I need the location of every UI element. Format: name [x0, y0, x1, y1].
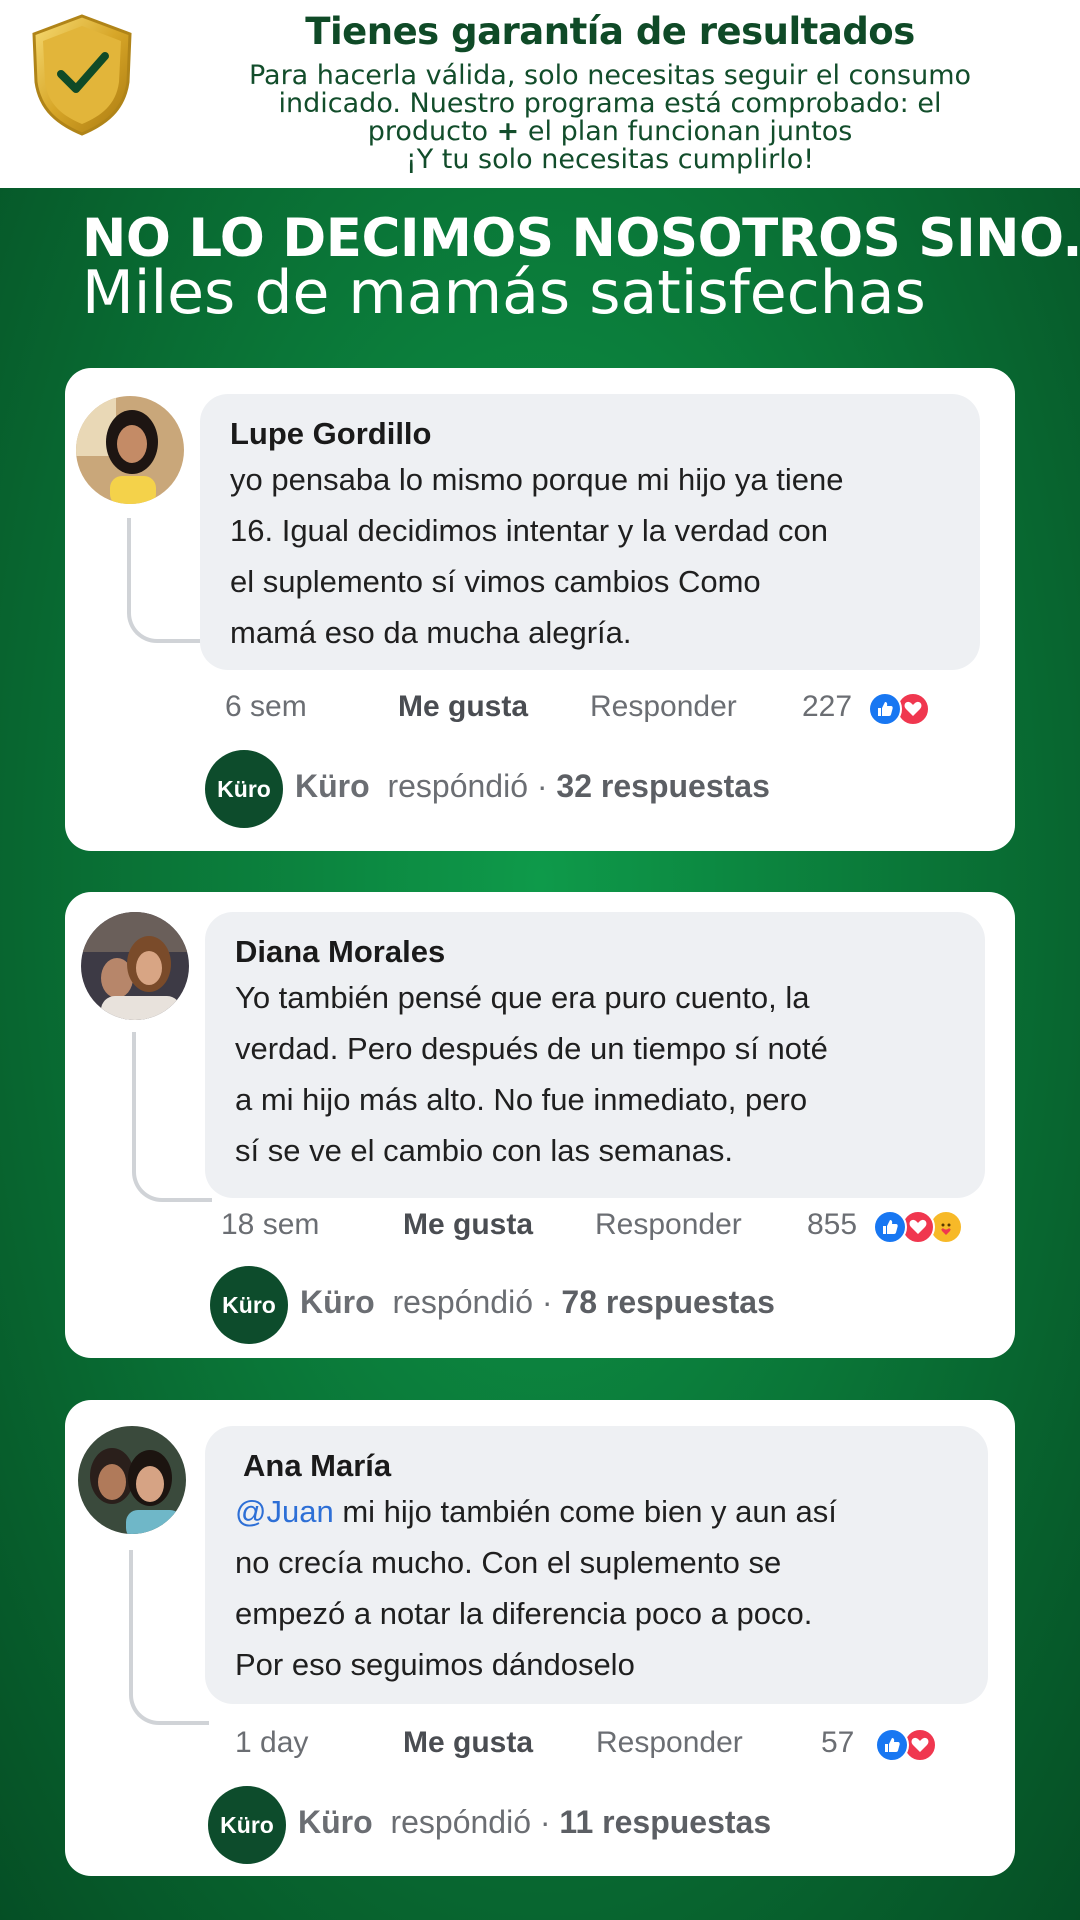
reaction-count[interactable]: 855 [807, 1208, 857, 1242]
like-button[interactable]: Me gusta [403, 1208, 533, 1242]
comment-line: 16. Igual decidimos intentar y la verdad… [230, 513, 828, 548]
testimonial-card-1: Lupe Gordillo yo pensaba lo mismo porque… [65, 368, 1015, 851]
kuro-logo: Küro [208, 1786, 286, 1864]
mention-link[interactable]: @Juan [235, 1494, 334, 1529]
reaction-icons[interactable] [873, 1210, 969, 1246]
comment-text: mi hijo también come bien y aun así [333, 1494, 837, 1529]
like-button[interactable]: Me gusta [398, 690, 528, 724]
thread-line [132, 1032, 212, 1202]
comment-author[interactable]: Diana Morales [235, 932, 955, 972]
comment-line: sí se ve el cambio con las semanas. [235, 1133, 733, 1168]
reaction-count[interactable]: 57 [821, 1726, 854, 1760]
comment-author[interactable]: Ana María [235, 1446, 958, 1486]
like-reaction-icon [873, 1210, 907, 1244]
comment-line: el suplemento sí vimos cambios Como [230, 564, 761, 599]
reaction-count[interactable]: 227 [802, 690, 852, 724]
comment-line: empezó a notar la diferencia poco a poco… [235, 1596, 813, 1631]
avatar-diana[interactable] [81, 912, 189, 1020]
avatar-lupe[interactable] [76, 396, 184, 504]
reaction-icons[interactable] [868, 692, 934, 728]
comment-line: a mi hijo más alto. No fue inmediato, pe… [235, 1082, 808, 1117]
headline-secondary: Miles de mamás satisfechas [82, 258, 926, 328]
comment-line: yo pensaba lo mismo porque mi hijo ya ti… [230, 462, 844, 497]
reply-brand: Küro [298, 1804, 373, 1840]
header-line-4: ¡Y tu solo necesitas cumplirlo! [405, 144, 815, 175]
testimonial-card-3: Ana María @Juan mi hijo también come bie… [65, 1400, 1015, 1876]
kuro-logo: Küro [210, 1266, 288, 1344]
comment-line: @Juan mi hijo también come bien y aun as… [235, 1486, 958, 1537]
comment-actions: 1 day Me gusta Responder 57 [235, 1726, 995, 1768]
like-reaction-icon [868, 692, 902, 726]
comment-line: Yo también pensé que era puro cuento, la [235, 980, 810, 1015]
comment-time[interactable]: 6 sem [225, 690, 307, 724]
reply-separator: · [539, 1804, 551, 1840]
comment-bubble: Ana María @Juan mi hijo también come bie… [205, 1426, 988, 1704]
reply-verb: respóndió [387, 768, 528, 804]
avatar-ana[interactable] [78, 1426, 186, 1534]
reply-verb: respóndió [392, 1284, 533, 1320]
reply-button[interactable]: Responder [595, 1208, 742, 1242]
shield-check-icon [32, 14, 132, 136]
like-button[interactable]: Me gusta [403, 1726, 533, 1760]
reply-separator: · [541, 1284, 553, 1320]
comment-time[interactable]: 1 day [235, 1726, 308, 1760]
reply-summary[interactable]: Küro respóndió · 78 respuestas [300, 1284, 775, 1321]
reply-button[interactable]: Responder [590, 690, 737, 724]
testimonial-card-2: Diana Morales Yo también pensé que era p… [65, 892, 1015, 1358]
like-reaction-icon [875, 1728, 909, 1762]
comment-bubble: Diana Morales Yo también pensé que era p… [205, 912, 985, 1198]
thread-line [127, 518, 207, 643]
reply-count: 11 respuestas [559, 1804, 772, 1840]
header-line-1: Para hacerla válida, solo necesitas segu… [248, 60, 972, 91]
comment-time[interactable]: 18 sem [221, 1208, 319, 1242]
brand-reply-row[interactable]: Küro Küro respóndió · 78 respuestas [210, 1266, 910, 1344]
reply-separator: · [536, 768, 548, 804]
header-line-2: indicado. Nuestro programa está comproba… [278, 88, 942, 119]
guarantee-header: Tienes garantía de resultados Para hacer… [0, 0, 1080, 188]
reaction-icons[interactable] [875, 1728, 941, 1764]
header-body: Para hacerla válida, solo necesitas segu… [150, 62, 1070, 174]
header-line-3b: el plan funcionan juntos [527, 116, 853, 147]
header-line-3a: producto [367, 116, 489, 147]
comment-line: no crecía mucho. Con el suplemento se [235, 1545, 782, 1580]
reply-brand: Küro [300, 1284, 375, 1320]
kuro-logo: Küro [205, 750, 283, 828]
brand-reply-row[interactable]: Küro Küro respóndió · 32 respuestas [205, 750, 905, 828]
plus-symbol: + [496, 116, 520, 147]
comment-bubble: Lupe Gordillo yo pensaba lo mismo porque… [200, 394, 980, 670]
reply-verb: respóndió [390, 1804, 531, 1840]
header-title: Tienes garantía de resultados [305, 10, 915, 53]
comment-actions: 18 sem Me gusta Responder 855 [221, 1208, 1011, 1250]
thread-line [129, 1550, 209, 1725]
reply-button[interactable]: Responder [596, 1726, 743, 1760]
comment-line: mamá eso da mucha alegría. [230, 615, 632, 650]
reply-count: 32 respuestas [556, 768, 770, 804]
comment-author[interactable]: Lupe Gordillo [230, 414, 950, 454]
reply-brand: Küro [295, 768, 370, 804]
comment-line: verdad. Pero después de un tiempo sí not… [235, 1031, 828, 1066]
header-line-3: producto + el plan funcionan juntos [150, 118, 1070, 146]
comment-line: Por eso seguimos dándoselo [235, 1647, 635, 1682]
reply-count: 78 respuestas [561, 1284, 775, 1320]
reply-summary[interactable]: Küro respóndió · 32 respuestas [295, 768, 770, 805]
reply-summary[interactable]: Küro respóndió · 11 respuestas [298, 1804, 771, 1841]
comment-actions: 6 sem Me gusta Responder 227 [225, 690, 985, 732]
brand-reply-row[interactable]: Küro Küro respóndió · 11 respuestas [208, 1786, 908, 1864]
